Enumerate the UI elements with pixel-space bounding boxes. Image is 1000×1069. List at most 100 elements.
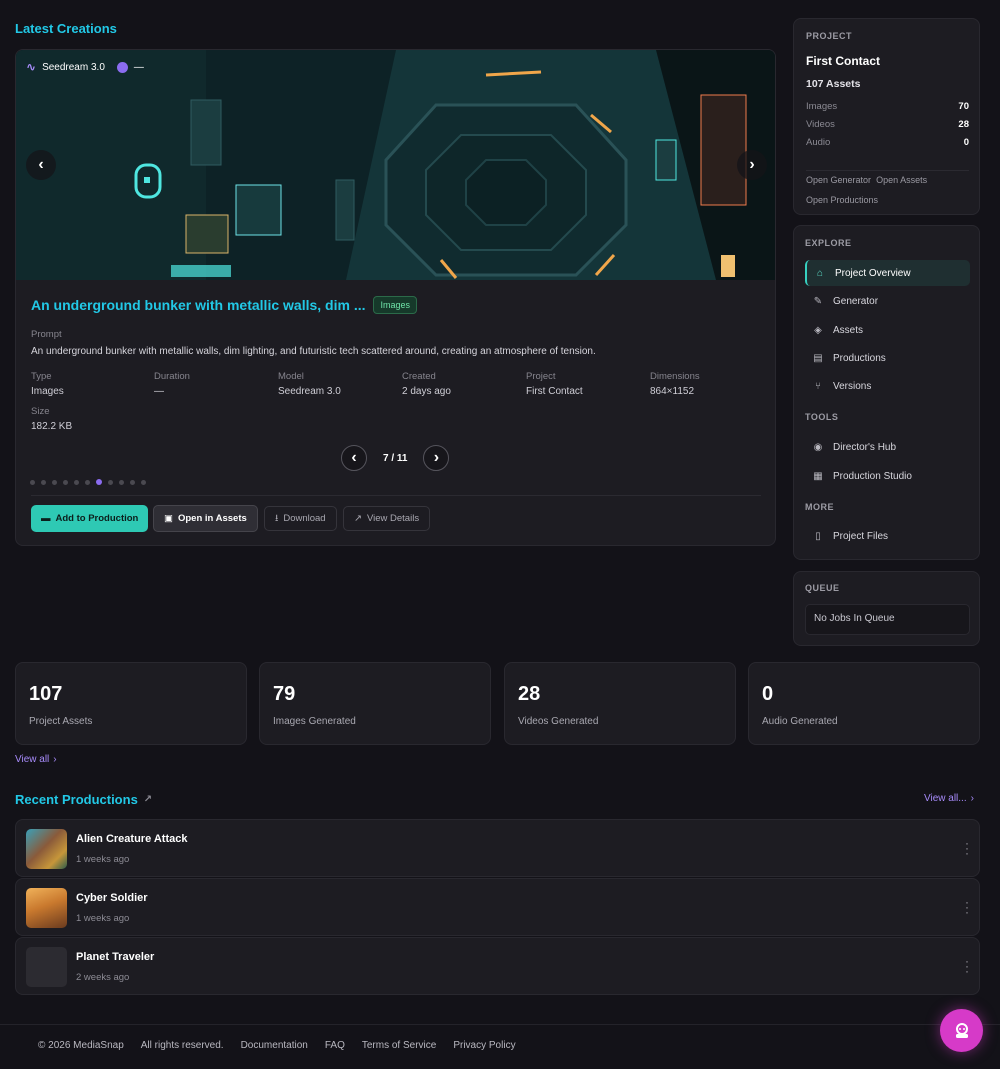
open-in-assets-button[interactable]: ▣ Open in Assets	[153, 505, 258, 532]
open-assets-link[interactable]: Open Assets	[876, 175, 927, 185]
carousel-dot[interactable]	[30, 479, 35, 485]
nav-productions[interactable]: ▤ Productions	[805, 345, 970, 371]
external-link-icon: ↗	[354, 513, 362, 524]
meta-dimensions: Dimensions 864×1152	[650, 371, 700, 397]
queue-panel: QUEUE No Jobs In Queue	[793, 571, 980, 646]
pager-next-button[interactable]: ›	[423, 445, 450, 471]
carousel-dot[interactable]	[63, 479, 68, 485]
next-image-button[interactable]: ›	[737, 150, 767, 180]
prompt-text: An underground bunker with metallic wall…	[31, 346, 596, 357]
file-icon: ▯	[815, 530, 821, 542]
stat-project-assets: 107 Project Assets	[15, 662, 247, 745]
meta-project: Project First Contact	[526, 371, 583, 397]
project-card: PROJECT First Contact 107 Assets Images 7…	[793, 18, 980, 215]
stat-images-generated: 79 Images Generated	[259, 662, 491, 745]
external-link-icon[interactable]: ↗	[144, 794, 152, 805]
meta-size: Size 182.2 KB	[31, 406, 73, 432]
chevron-left-icon: ‹	[38, 156, 44, 173]
meta-model: Model Seedream 3.0	[278, 371, 341, 397]
footer: © 2026 MediaSnap All rights reserved. Do…	[38, 1040, 516, 1051]
meta-type: Type Images	[31, 371, 64, 397]
compass-icon: ◉	[813, 441, 823, 453]
meta-duration: Duration —	[154, 371, 190, 397]
production-row[interactable]: Planet Traveler 2 weeks ago · · ·	[15, 937, 980, 995]
queue-empty-state: No Jobs In Queue	[805, 604, 970, 635]
production-row[interactable]: Alien Creature Attack 1 weeks ago · · ·	[15, 819, 980, 877]
clapper-icon: ▦	[813, 470, 823, 482]
nav-project-files[interactable]: ▯ Project Files	[805, 523, 970, 549]
open-generator-link[interactable]: Open Generator	[806, 175, 871, 185]
chevron-right-icon: ›	[970, 793, 974, 804]
featured-image[interactable]: ∿ Seedream 3.0 — ‹ ›	[16, 50, 775, 280]
footer-rights: All rights reserved.	[140, 1040, 224, 1051]
nav-generator[interactable]: ✎ Generator	[805, 288, 970, 314]
home-icon: ⌂	[816, 267, 824, 279]
meta-created: Created 2 days ago	[402, 371, 451, 397]
view-all-stats-link[interactable]: View all ›	[15, 754, 57, 765]
kebab-menu-icon[interactable]: · · ·	[965, 955, 969, 977]
project-assets-count: 107 Assets	[806, 78, 861, 90]
download-button[interactable]: ⭳ Download	[264, 506, 337, 531]
view-all-productions-link[interactable]: View all... ›	[924, 793, 974, 804]
explore-panel: EXPLORE ⌂ Project Overview ✎ Generator ◈ As…	[793, 225, 980, 560]
carousel-dot[interactable]	[130, 479, 135, 485]
carousel-dot[interactable]	[96, 479, 102, 485]
add-to-production-button[interactable]: ▬ Add to Production	[31, 505, 149, 532]
kebab-menu-icon[interactable]: · · ·	[965, 837, 969, 859]
creation-title[interactable]: An underground bunker with metallic wall…	[31, 297, 365, 313]
production-thumbnail	[26, 888, 67, 928]
nav-production-studio[interactable]: ▦ Production Studio	[805, 463, 970, 489]
bunker-illustration	[16, 50, 775, 280]
carousel-dot[interactable]	[74, 479, 79, 485]
pager: ‹ 7 / 11 ›	[341, 445, 450, 471]
production-row[interactable]: Cyber Soldier 1 weeks ago · · ·	[15, 878, 980, 936]
robot-icon	[955, 1022, 968, 1038]
production-thumbnail	[26, 829, 67, 869]
nav-assets[interactable]: ◈ Assets	[805, 317, 970, 343]
stat-audio-generated: 0 Audio Generated	[748, 662, 980, 745]
stat-videos-generated: 28 Videos Generated	[504, 662, 736, 745]
waveform-icon: ∿	[26, 60, 37, 74]
nav-versions[interactable]: ⑂ Versions	[805, 373, 970, 399]
carousel-dot[interactable]	[52, 479, 57, 485]
open-productions-link[interactable]: Open Productions	[806, 195, 878, 205]
prompt-label: Prompt	[31, 329, 62, 340]
carousel-dot[interactable]	[108, 479, 113, 485]
carousel-dot[interactable]	[85, 479, 90, 485]
project-name: First Contact	[806, 54, 881, 68]
download-icon: ⭳	[275, 512, 279, 524]
assistant-fab-button[interactable]	[940, 1009, 983, 1052]
recent-productions-heading: Recent Productions ↗	[15, 792, 153, 807]
project-breakdown: Images 70 Videos 28 Audio 0	[806, 101, 969, 148]
latest-creations-heading: Latest Creations	[15, 21, 117, 36]
chevron-right-icon: ›	[749, 156, 755, 173]
view-details-button[interactable]: ↗ View Details	[343, 506, 431, 531]
pager-prev-button[interactable]: ‹	[341, 445, 367, 471]
chevron-left-icon: ‹	[351, 449, 357, 466]
prev-image-button[interactable]: ‹	[26, 150, 56, 180]
carousel-dot[interactable]	[141, 479, 146, 485]
nav-project-overview[interactable]: ⌂ Project Overview	[805, 260, 970, 286]
footer-link-documentation[interactable]: Documentation	[241, 1040, 308, 1051]
clock-icon	[116, 61, 128, 73]
footer-link-terms[interactable]: Terms of Service	[362, 1040, 436, 1051]
kebab-menu-icon[interactable]: · · ·	[965, 896, 969, 918]
wand-icon: ✎	[813, 295, 823, 307]
film-icon: ▬	[41, 513, 51, 524]
type-badge: Images	[373, 296, 417, 314]
layers-icon: ◈	[814, 324, 822, 336]
footer-link-privacy[interactable]: Privacy Policy	[453, 1040, 515, 1051]
model-badge: ∿ Seedream 3.0 —	[26, 60, 144, 74]
nav-directors-hub[interactable]: ◉ Director's Hub	[805, 434, 970, 460]
footer-copyright: © 2026 MediaSnap	[38, 1040, 124, 1051]
carousel-dot[interactable]	[41, 479, 46, 485]
carousel-dot[interactable]	[119, 479, 124, 485]
pager-text: 7 / 11	[383, 452, 408, 464]
chevron-right-icon: ›	[433, 449, 440, 466]
chevron-right-icon: ›	[53, 754, 57, 765]
production-thumbnail-placeholder	[26, 947, 67, 987]
footer-link-faq[interactable]: FAQ	[325, 1040, 345, 1051]
branch-icon: ⑂	[815, 380, 821, 392]
image-icon: ▣	[164, 513, 173, 524]
divider	[31, 495, 761, 496]
